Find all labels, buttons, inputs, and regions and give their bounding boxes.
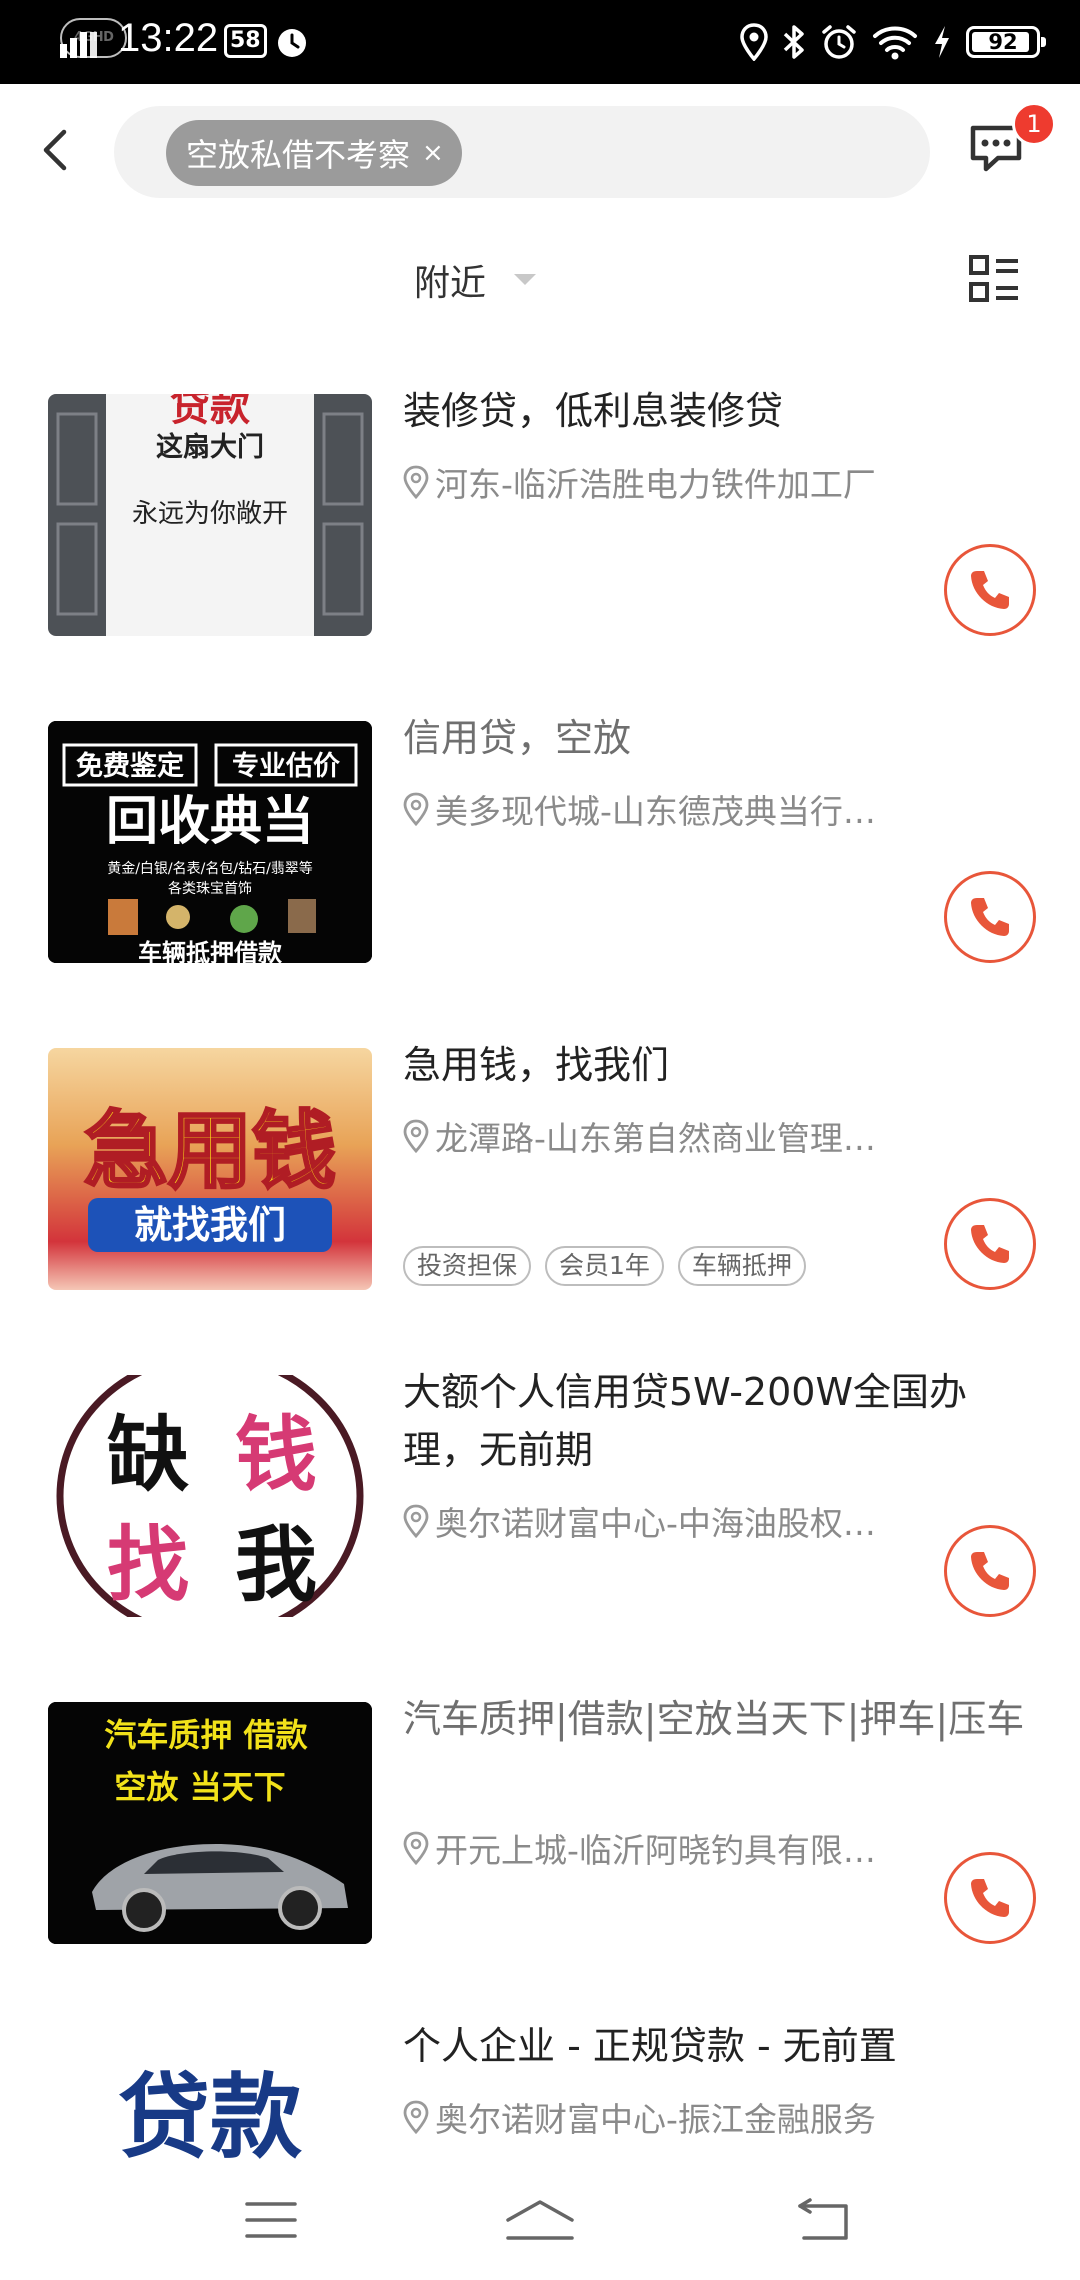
listing-tags: 投资担保 会员1年 车辆抵押 bbox=[403, 1246, 806, 1286]
bluetooth-icon bbox=[783, 25, 804, 59]
listing-location: 美多现代城-山东德茂典当行… bbox=[403, 785, 876, 833]
charging-icon bbox=[935, 26, 949, 58]
thumb-text: 永远为你敞开 bbox=[132, 499, 288, 529]
listing-location-text: 河东-临沂浩胜电力铁件加工厂 bbox=[435, 465, 876, 504]
tag-badge: 投资担保 bbox=[403, 1246, 532, 1286]
location-pin-icon bbox=[403, 1119, 429, 1153]
listing-location-text: 开元上城-临沂阿晓钓具有限… bbox=[435, 1831, 876, 1870]
thumb-text: 找 bbox=[107, 1518, 189, 1613]
filter-bar: 附近 bbox=[0, 224, 1080, 334]
wifi-icon bbox=[873, 26, 917, 60]
chip-close-icon[interactable]: × bbox=[422, 140, 444, 166]
listing-thumbnail[interactable]: 缺 钱 找 我 bbox=[48, 1375, 372, 1617]
status-time: 13:22 bbox=[118, 16, 219, 60]
listing-thumbnail[interactable]: 急用钱 就找我们 bbox=[48, 1048, 372, 1290]
thumb-text: 专业估价 bbox=[232, 751, 341, 782]
listing-title[interactable]: 大额个人信用贷5W-200W全国办理，无前期 bbox=[403, 1363, 1043, 1479]
listing-title[interactable]: 急用钱，找我们 bbox=[403, 1036, 1043, 1094]
phone-icon bbox=[971, 898, 1009, 936]
list-item[interactable]: 急用钱 就找我们 急用钱，找我们 龙潭路-山东第自然商业管理… 投资担保 会员1… bbox=[0, 1018, 1080, 1318]
menu-icon[interactable] bbox=[244, 2198, 298, 2242]
dropdown-caret-icon[interactable] bbox=[514, 274, 536, 285]
listing-location-text: 奥尔诺财富中心-振江金融服务 bbox=[435, 2100, 876, 2139]
message-count-badge: 1 bbox=[1012, 102, 1056, 146]
listing-title[interactable]: 装修贷，低利息装修贷 bbox=[403, 382, 1043, 440]
layout-toggle-icon[interactable] bbox=[968, 254, 1020, 306]
call-button[interactable] bbox=[944, 1852, 1036, 1944]
system-nav-bar bbox=[0, 2160, 1080, 2280]
listing-location: 开元上城-临沂阿晓钓具有限… bbox=[403, 1824, 876, 1872]
listing-thumbnail[interactable]: 免费鉴定 专业估价 回收典当 黄金/白银/名表/名包/钻石/翡翠等 各类珠宝首饰… bbox=[48, 721, 372, 963]
list-item[interactable]: 贷款 这扇大门 永远为你敞开 装修贷，低利息装修贷 河东-临沂浩胜电力铁件加工厂 bbox=[0, 364, 1080, 664]
listing-title[interactable]: 信用贷，空放 bbox=[403, 709, 1043, 767]
battery-indicator: 92 bbox=[966, 26, 1046, 58]
listing-title[interactable]: 汽车质押|借款|空放当天下|押车|压车 bbox=[403, 1690, 1043, 1748]
search-keyword-label: 空放私借不考察 bbox=[186, 136, 411, 174]
listing-location: 奥尔诺财富中心-中海油股权… bbox=[403, 1497, 876, 1545]
location-pin-icon bbox=[403, 2100, 429, 2134]
listing-thumbnail[interactable]: 贷款 这扇大门 永远为你敞开 bbox=[48, 394, 372, 636]
search-header: 空放私借不考察 × 1 bbox=[0, 84, 1080, 224]
call-button[interactable] bbox=[944, 544, 1036, 636]
thumb-text: 就找我们 bbox=[134, 1203, 286, 1247]
tag-badge: 车辆抵押 bbox=[677, 1246, 806, 1286]
signal-icon: 4GHD bbox=[58, 18, 128, 62]
thumb-text: 这扇大门 bbox=[156, 431, 264, 463]
thumb-text: 急用钱 bbox=[84, 1102, 336, 1200]
tag-badge: 会员1年 bbox=[545, 1246, 664, 1286]
listing-title[interactable]: 个人企业 - 正规贷款 - 无前置 bbox=[403, 2017, 1043, 2075]
listing-location: 龙潭路-山东第自然商业管理… bbox=[403, 1112, 876, 1160]
phone-icon bbox=[971, 571, 1009, 609]
listing-location: 奥尔诺财富中心-振江金融服务 bbox=[403, 2093, 876, 2141]
list-item[interactable]: 汽车质押 借款 空放 当天下 汽车质押|借款|空放当天下|押车|压车 开元上城-… bbox=[0, 1672, 1080, 1972]
location-pin-icon bbox=[403, 792, 429, 826]
thumb-text: 缺 bbox=[107, 1408, 189, 1503]
search-keyword-chip[interactable]: 空放私借不考察 × bbox=[166, 120, 462, 186]
phone-icon bbox=[971, 1552, 1009, 1590]
battery-level: 92 bbox=[988, 30, 1018, 54]
thumb-text: 汽车质押 借款 bbox=[104, 1716, 307, 1754]
listing-location-text: 美多现代城-山东德茂典当行… bbox=[435, 792, 876, 831]
filter-nearby[interactable]: 附近 bbox=[414, 254, 486, 306]
location-pin-icon bbox=[403, 1504, 429, 1538]
thumb-text: 回收典当 bbox=[106, 792, 314, 852]
thumb-text: 钱 bbox=[235, 1408, 317, 1503]
status-bar: 4GHD 13:22 58 bbox=[0, 0, 1080, 84]
call-button[interactable] bbox=[944, 871, 1036, 963]
back-icon[interactable] bbox=[30, 120, 84, 180]
list-item[interactable]: 缺 钱 找 我 大额个人信用贷5W-200W全国办理，无前期 奥尔诺财富中心-中… bbox=[0, 1345, 1080, 1645]
thumb-text: 空放 当天下 bbox=[114, 1768, 285, 1806]
thumb-text: 各类珠宝首饰 bbox=[168, 881, 252, 897]
search-box[interactable]: 空放私借不考察 × bbox=[114, 106, 930, 198]
thumb-text: 免费鉴定 bbox=[76, 750, 184, 782]
thumb-text: 贷款 bbox=[170, 394, 250, 430]
listing-location: 河东-临沂浩胜电力铁件加工厂 bbox=[403, 458, 876, 506]
listing-thumbnail[interactable]: 贷款 bbox=[48, 2029, 372, 2159]
thumb-text: 贷款 bbox=[118, 2064, 302, 2159]
listing-location-text: 龙潭路-山东第自然商业管理… bbox=[435, 1119, 876, 1158]
location-icon bbox=[740, 23, 768, 61]
call-button[interactable] bbox=[944, 1198, 1036, 1290]
thumb-text: 我 bbox=[235, 1518, 317, 1613]
listing-thumbnail[interactable]: 汽车质押 借款 空放 当天下 bbox=[48, 1702, 372, 1944]
notification-count-badge: 58 bbox=[224, 24, 267, 58]
alarm-icon bbox=[278, 29, 306, 57]
return-icon[interactable] bbox=[796, 2198, 852, 2242]
thumb-text: 黄金/白银/名表/名包/钻石/翡翠等 bbox=[107, 860, 313, 877]
list-item[interactable]: 贷款 个人企业 - 正规贷款 - 无前置 奥尔诺财富中心-振江金融服务 bbox=[0, 1999, 1080, 2159]
list-item[interactable]: 免费鉴定 专业估价 回收典当 黄金/白银/名表/名包/钻石/翡翠等 各类珠宝首饰… bbox=[0, 691, 1080, 991]
alarm-clock-icon bbox=[822, 25, 856, 59]
location-pin-icon bbox=[403, 1831, 429, 1865]
location-pin-icon bbox=[403, 465, 429, 499]
listing-location-text: 奥尔诺财富中心-中海油股权… bbox=[435, 1504, 876, 1543]
home-icon[interactable] bbox=[504, 2198, 576, 2242]
call-button[interactable] bbox=[944, 1525, 1036, 1617]
thumb-text: 车辆抵押借款 bbox=[138, 939, 283, 963]
phone-icon bbox=[971, 1225, 1009, 1263]
phone-icon bbox=[971, 1879, 1009, 1917]
